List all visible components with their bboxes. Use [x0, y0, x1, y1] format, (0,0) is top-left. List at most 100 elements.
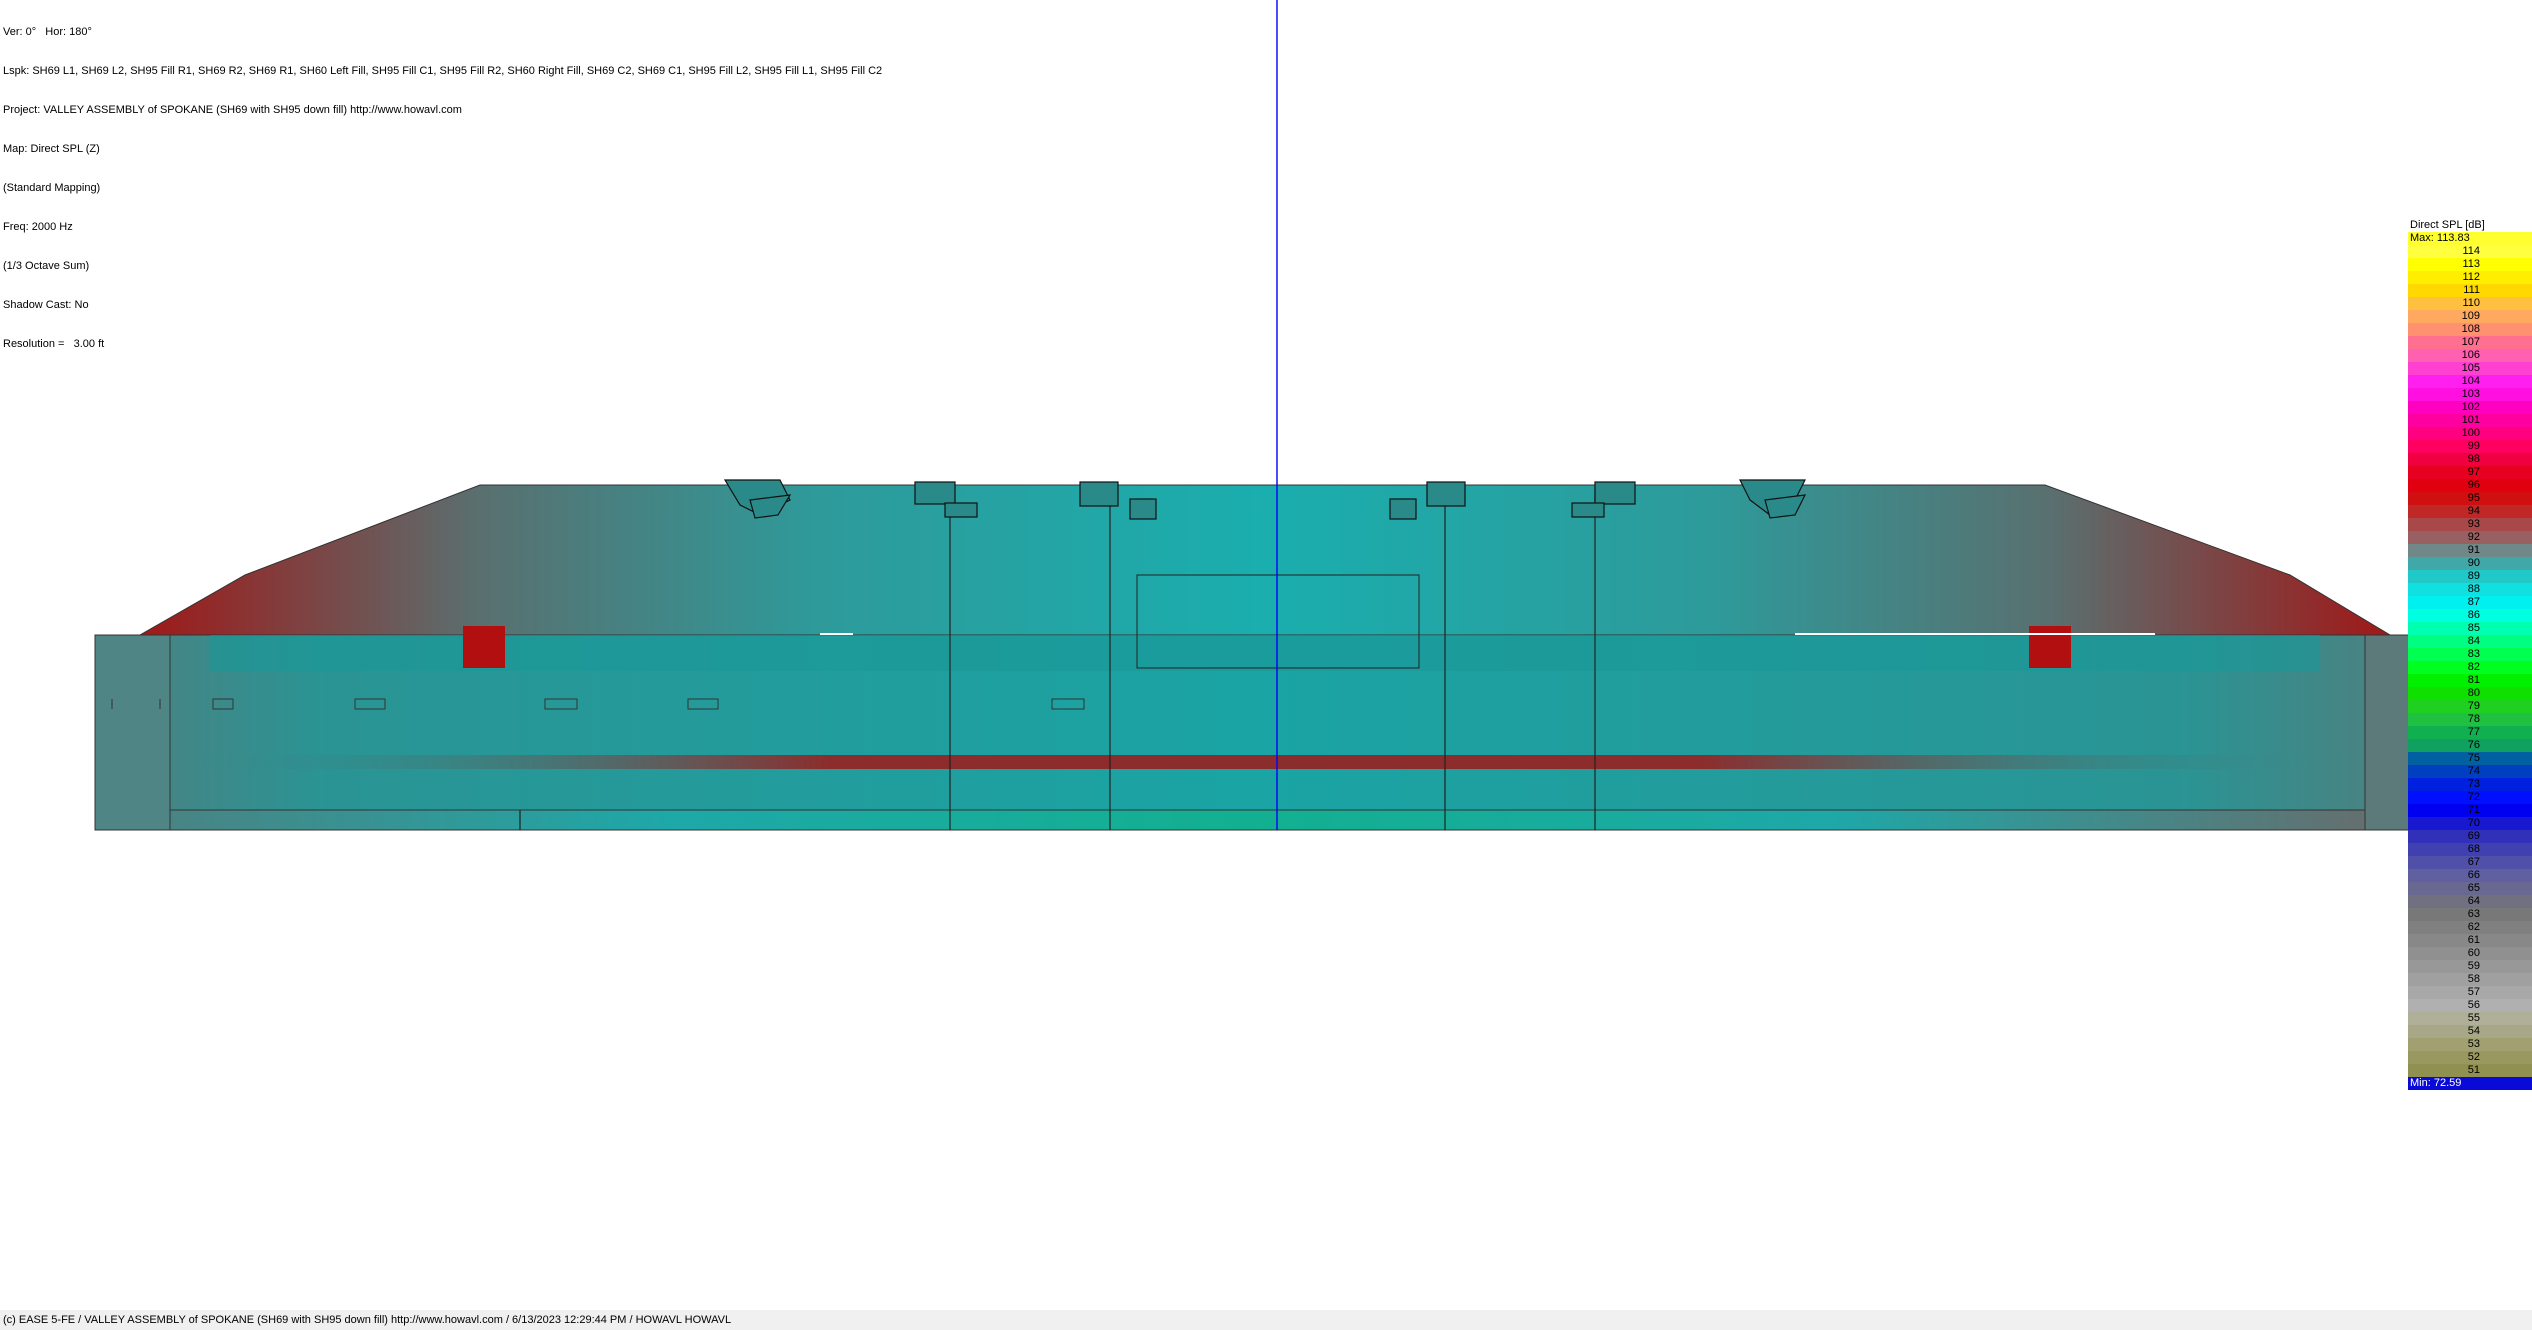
legend-row: 79: [2408, 700, 2532, 713]
legend-row-label: 107: [2461, 336, 2480, 348]
left-red-marker: [463, 626, 505, 668]
legend-row: 59: [2408, 960, 2532, 973]
legend-row-label: 90: [2467, 557, 2480, 569]
legend-row: 88: [2408, 583, 2532, 596]
legend-row-label: 69: [2467, 830, 2480, 842]
right-side-block: [2364, 634, 2410, 831]
legend-row-label: 79: [2467, 700, 2480, 712]
legend-row-label: 111: [2463, 284, 2480, 296]
legend-row: 78: [2408, 713, 2532, 726]
legend-row-label: 113: [2462, 258, 2480, 270]
legend-row: 61: [2408, 934, 2532, 947]
legend-row-label: 96: [2467, 479, 2480, 491]
legend-row: 76: [2408, 739, 2532, 752]
legend-row-label: 86: [2467, 609, 2480, 621]
legend-row-label: 100: [2461, 427, 2480, 439]
legend-row: 81: [2408, 674, 2532, 687]
legend-row: 110: [2408, 297, 2532, 310]
legend-row-label: 51: [2467, 1064, 2480, 1076]
legend-row: 66: [2408, 869, 2532, 882]
legend-min-value: Min: 72.59: [2408, 1077, 2532, 1090]
info-mapping: (Standard Mapping): [3, 182, 101, 194]
legend-row: 102: [2408, 401, 2532, 414]
legend-row: 74: [2408, 765, 2532, 778]
legend-row: 85: [2408, 622, 2532, 635]
legend-row: 90: [2408, 557, 2532, 570]
legend-row-label: 74: [2467, 765, 2480, 777]
info-octave: (1/3 Octave Sum): [3, 260, 90, 272]
legend-row-label: 106: [2461, 349, 2480, 361]
legend-row-label: 63: [2467, 908, 2480, 920]
legend-row: 84: [2408, 635, 2532, 648]
legend-row: 106: [2408, 349, 2532, 362]
legend-row: 98: [2408, 453, 2532, 466]
legend-row: 93: [2408, 518, 2532, 531]
legend-title: Direct SPL [dB]: [2408, 219, 2532, 232]
legend-row: 109: [2408, 310, 2532, 323]
legend-row-label: 87: [2467, 596, 2480, 608]
legend-row-label: 102: [2461, 401, 2480, 413]
legend-row-label: 93: [2467, 518, 2480, 530]
legend-row-label: 75: [2467, 752, 2480, 764]
legend-row-label: 57: [2467, 986, 2480, 998]
legend-row-label: 91: [2467, 544, 2480, 556]
legend-row: 91: [2408, 544, 2532, 557]
legend-row: 100: [2408, 427, 2532, 440]
legend-row-label: 56: [2467, 999, 2480, 1011]
info-loudspeakers: Lspk: SH69 L1, SH69 L2, SH95 Fill R1, SH…: [3, 65, 883, 77]
legend-row: 56: [2408, 999, 2532, 1012]
legend-row-label: 82: [2467, 661, 2480, 673]
legend-row: 63: [2408, 908, 2532, 921]
legend-row: 86: [2408, 609, 2532, 622]
view-info-panel: Ver: 0° Hor: 180° Lspk: SH69 L1, SH69 L2…: [3, 0, 882, 364]
legend-row: 96: [2408, 479, 2532, 492]
legend-row-label: 98: [2467, 453, 2480, 465]
legend-row: 73: [2408, 778, 2532, 791]
legend-row: 99: [2408, 440, 2532, 453]
legend-row: 60: [2408, 947, 2532, 960]
legend-row: 108: [2408, 323, 2532, 336]
legend-row: 94: [2408, 505, 2532, 518]
legend-row-label: 60: [2467, 947, 2480, 959]
legend-row-label: 81: [2467, 674, 2480, 686]
legend-row-label: 64: [2467, 895, 2480, 907]
info-map: Map: Direct SPL (Z): [3, 143, 100, 155]
roof-surface: [138, 484, 2392, 636]
legend-row-label: 80: [2467, 687, 2480, 699]
legend-row-label: 52: [2467, 1051, 2480, 1063]
legend-row-label: 68: [2467, 843, 2480, 855]
legend-row: 69: [2408, 830, 2532, 843]
info-project: Project: VALLEY ASSEMBLY of SPOKANE (SH6…: [3, 104, 462, 116]
legend-row: 105: [2408, 362, 2532, 375]
legend-max-value: Max: 113.83: [2408, 232, 2532, 245]
legend-row: 62: [2408, 921, 2532, 934]
legend-row-label: 104: [2461, 375, 2480, 387]
legend-row: 113: [2408, 258, 2532, 271]
info-shadow-cast: Shadow Cast: No: [3, 299, 89, 311]
legend-row-label: 114: [2462, 245, 2480, 257]
legend-row: 83: [2408, 648, 2532, 661]
legend-row: 104: [2408, 375, 2532, 388]
legend-row-label: 77: [2467, 726, 2480, 738]
legend-row: 87: [2408, 596, 2532, 609]
legend-row: 112: [2408, 271, 2532, 284]
legend-row-label: 105: [2461, 362, 2480, 374]
legend-row-label: 65: [2467, 882, 2480, 894]
legend-row-label: 62: [2467, 921, 2480, 933]
legend-row: 107: [2408, 336, 2532, 349]
legend-row: 71: [2408, 804, 2532, 817]
legend-row: 92: [2408, 531, 2532, 544]
legend-row: 111: [2408, 284, 2532, 297]
legend-row-label: 53: [2467, 1038, 2480, 1050]
legend-row-label: 71: [2467, 804, 2480, 816]
legend-row-label: 103: [2461, 388, 2480, 400]
legend-row-label: 67: [2467, 856, 2480, 868]
legend-row-label: 78: [2467, 713, 2480, 725]
legend-row-label: 84: [2467, 635, 2480, 647]
legend-row: 70: [2408, 817, 2532, 830]
legend-row-label: 58: [2467, 973, 2480, 985]
legend-row: 77: [2408, 726, 2532, 739]
legend-row-label: 85: [2467, 622, 2480, 634]
upper-wall-band: [210, 635, 2320, 671]
legend-row-label: 108: [2461, 323, 2480, 335]
